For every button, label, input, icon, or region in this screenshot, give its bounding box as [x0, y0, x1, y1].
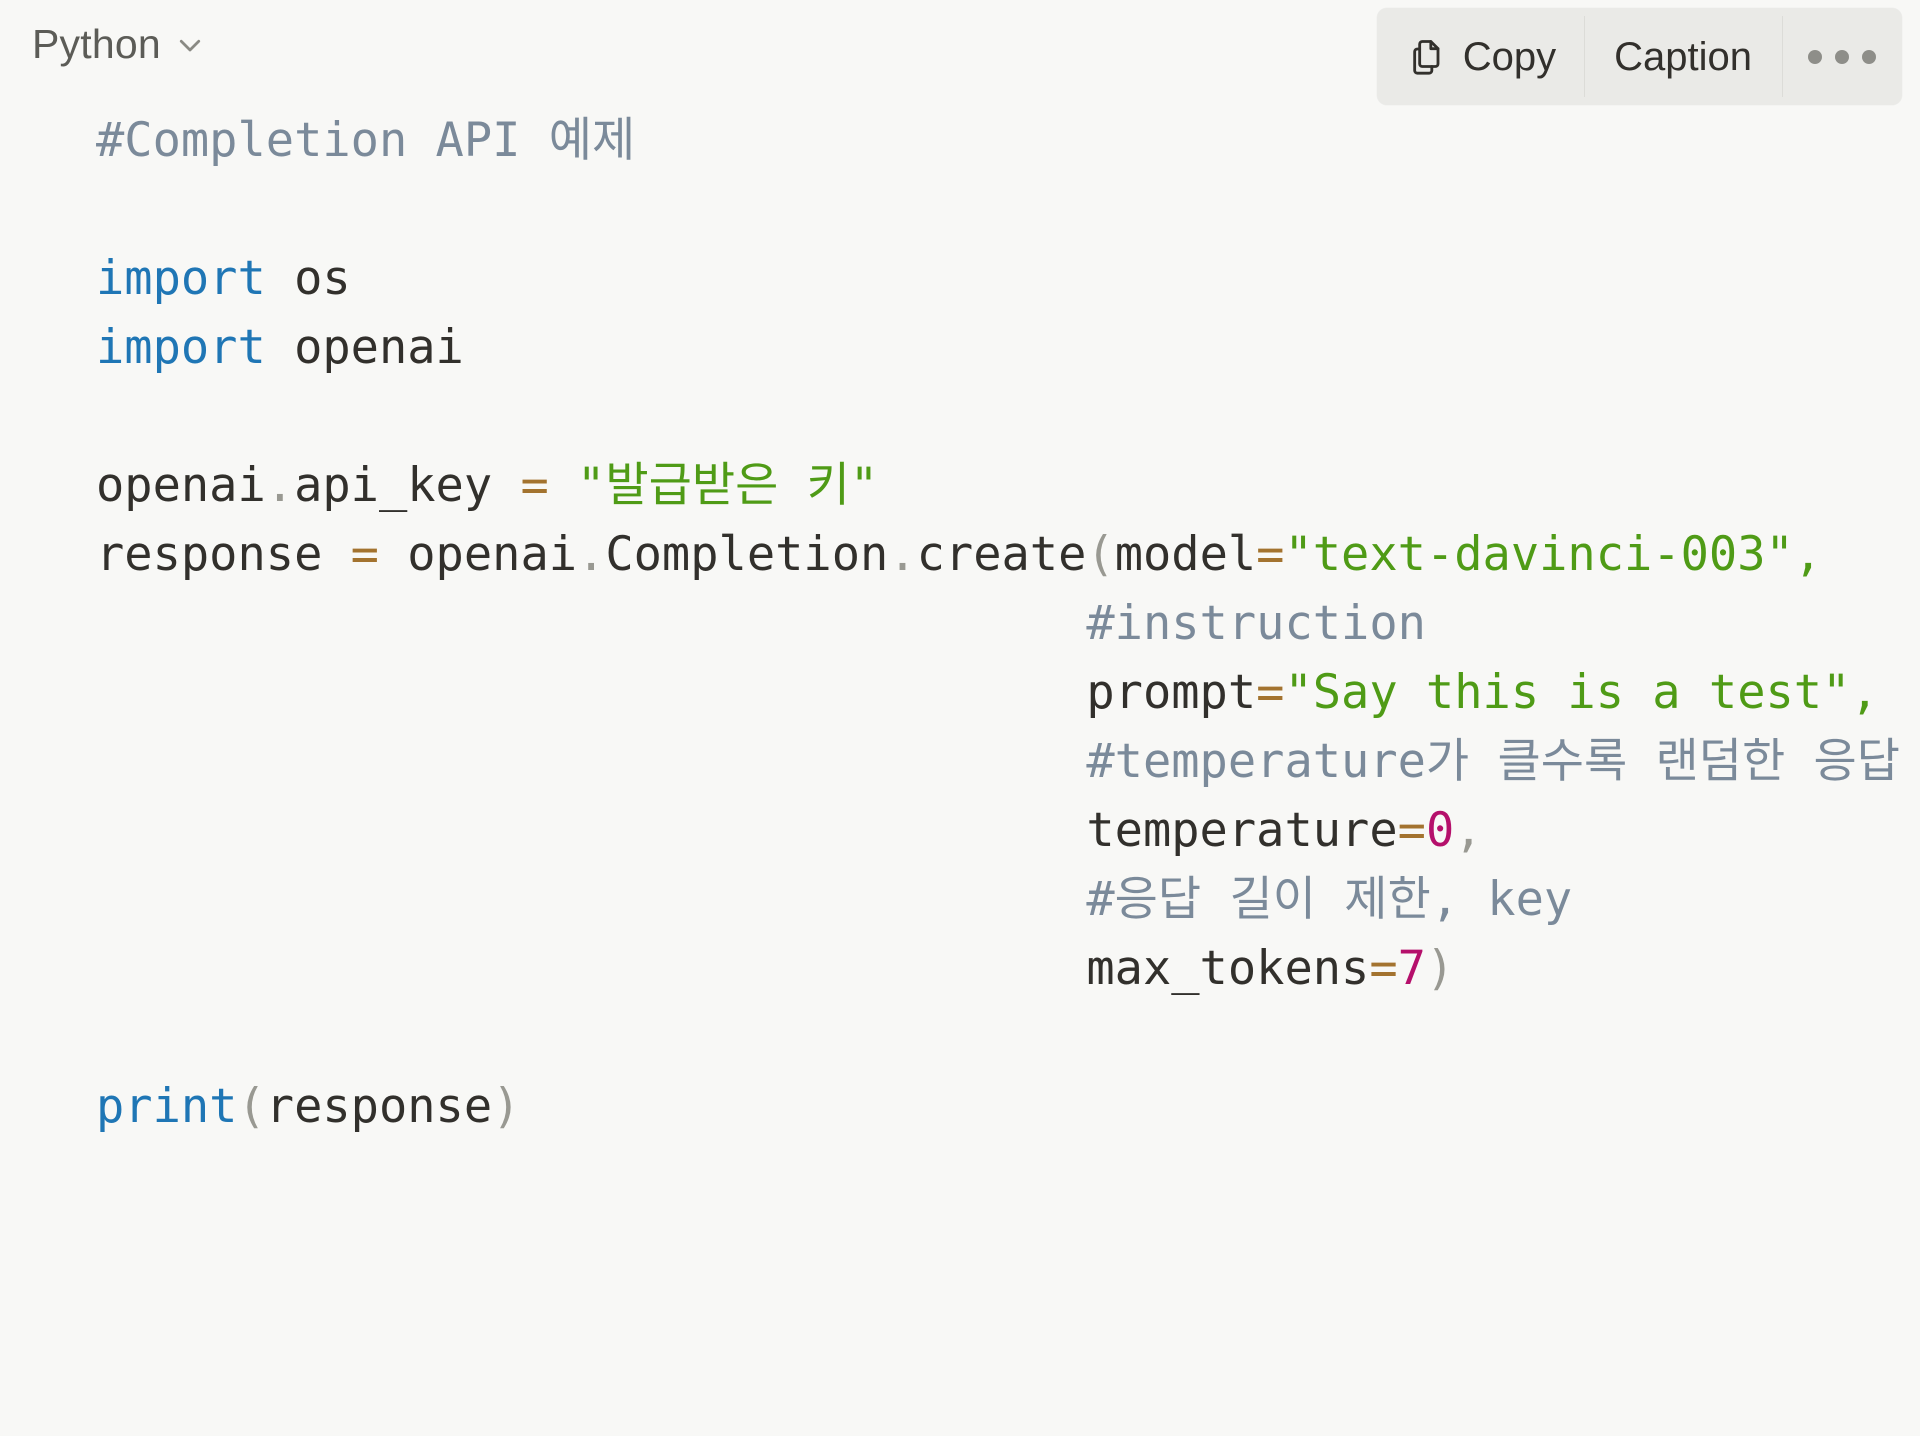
- code-token: 7: [1397, 941, 1426, 996]
- code-block: Python Copy Caption #Completion API 예제 i…: [0, 0, 1920, 1436]
- copy-button[interactable]: Copy: [1377, 8, 1584, 105]
- code-line: #temperature가 클수록 랜덤한 응답: [96, 727, 1920, 796]
- code-token: #instruction: [1086, 596, 1426, 651]
- code-token: ): [492, 1079, 521, 1134]
- code-token: "text-davinci-003",: [1284, 527, 1823, 582]
- language-selector[interactable]: Python: [28, 18, 215, 71]
- code-token: 0: [1425, 803, 1455, 858]
- code-token: #temperature가 클수록 랜덤한 응답: [1086, 734, 1900, 789]
- code-scroll-area[interactable]: #Completion API 예제 import os import opena…: [0, 106, 1920, 1436]
- code-token: =: [1369, 941, 1398, 996]
- code-token: #응답 길이 제한, key: [1086, 872, 1573, 927]
- code-token: import: [96, 251, 266, 306]
- code-line: #응답 길이 제한, key: [96, 865, 1920, 934]
- code-token: .: [265, 458, 295, 513]
- code-token: openai: [265, 320, 464, 375]
- code-token: response: [96, 527, 351, 582]
- code-token: (: [1086, 527, 1115, 582]
- code-line: import os: [96, 244, 1920, 313]
- code-block-toolbar: Copy Caption: [1376, 8, 1902, 105]
- caption-button-label: Caption: [1614, 34, 1752, 79]
- code-token: import: [96, 320, 266, 375]
- code-line: #Completion API 예제: [96, 106, 1920, 175]
- code-token: model: [1114, 527, 1257, 582]
- code-token: ,: [1454, 803, 1483, 858]
- code-token: prompt: [96, 665, 1257, 720]
- code-token: =: [1397, 803, 1426, 858]
- code-token: print: [96, 1079, 238, 1134]
- caption-button[interactable]: Caption: [1584, 8, 1782, 105]
- code-line: print(response): [96, 1072, 1920, 1141]
- code-line: temperature=0,: [96, 796, 1920, 865]
- code-line: prompt="Say this is a test",: [96, 658, 1920, 727]
- code-token: (: [237, 1079, 266, 1134]
- code-line: openai.api_key = "발급받은 키": [96, 451, 1920, 520]
- chevron-down-icon: [175, 30, 205, 60]
- code-token: response: [265, 1079, 493, 1134]
- code-content[interactable]: #Completion API 예제 import os import opena…: [0, 106, 1920, 1141]
- code-line: max_tokens=7): [96, 934, 1920, 1003]
- code-token: "발급받은 키": [577, 458, 879, 513]
- code-token: os: [265, 251, 351, 306]
- code-line: import openai: [96, 313, 1920, 382]
- code-token: ): [1425, 941, 1455, 996]
- code-token: openai: [96, 458, 266, 513]
- more-options-button[interactable]: [1782, 8, 1902, 105]
- code-line: #instruction: [96, 589, 1920, 658]
- code-token: .: [577, 527, 606, 582]
- copy-icon: [1407, 36, 1447, 78]
- language-label: Python: [32, 21, 161, 67]
- code-block-header: Python Copy Caption: [0, 0, 1920, 106]
- code-token: =: [1256, 665, 1285, 720]
- code-token: api_key: [294, 458, 521, 513]
- code-token: openai: [378, 527, 578, 582]
- code-token: =: [350, 527, 379, 582]
- code-token: "Say this is a test",: [1284, 665, 1879, 720]
- code-token: Completion: [605, 527, 889, 582]
- code-token: .: [888, 527, 917, 582]
- code-token: #Completion API 예제: [96, 113, 636, 168]
- code-token: =: [520, 458, 549, 513]
- ellipsis-icon: [1808, 49, 1876, 64]
- code-token: temperature: [96, 803, 1398, 858]
- code-token: max_tokens: [96, 941, 1370, 996]
- copy-button-label: Copy: [1462, 34, 1557, 79]
- code-token: create: [916, 527, 1087, 582]
- code-line: response = openai.Completion.create(mode…: [96, 520, 1920, 589]
- code-token: =: [1256, 527, 1285, 582]
